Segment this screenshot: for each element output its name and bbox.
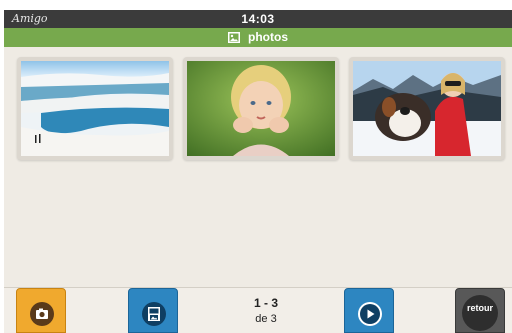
save-photo-button[interactable] [128,288,178,333]
slideshow-play-button[interactable] [344,288,394,333]
photo-thumbnail[interactable] [183,57,339,160]
camera-button[interactable] [16,288,66,333]
girl-with-dog-photo [353,61,501,156]
play-icon [358,302,382,326]
back-button-label: retour [466,303,493,313]
dunes-lagoon-photo [21,61,169,156]
bottom-toolbar: 1 - 3 de 3 retour [4,287,512,333]
pager: 1 - 3 de 3 [216,296,316,325]
page-range: 1 - 3 [253,296,278,310]
page-total: de 3 [255,313,277,325]
camera-icon [30,302,54,326]
photo-gallery [4,47,512,287]
status-bar: Amigo 14:03 [4,10,512,28]
photo-thumbnail[interactable] [349,57,505,160]
back-button[interactable]: retour [455,288,505,333]
image-icon [228,31,240,43]
clock: 14:03 [241,12,275,26]
page-title: photos [248,30,288,44]
save-photo-icon [142,302,166,326]
back-button-circle [462,295,498,331]
girl-portrait-photo [187,61,335,156]
title-bar: photos [4,28,512,47]
photo-thumbnail[interactable] [17,57,173,160]
